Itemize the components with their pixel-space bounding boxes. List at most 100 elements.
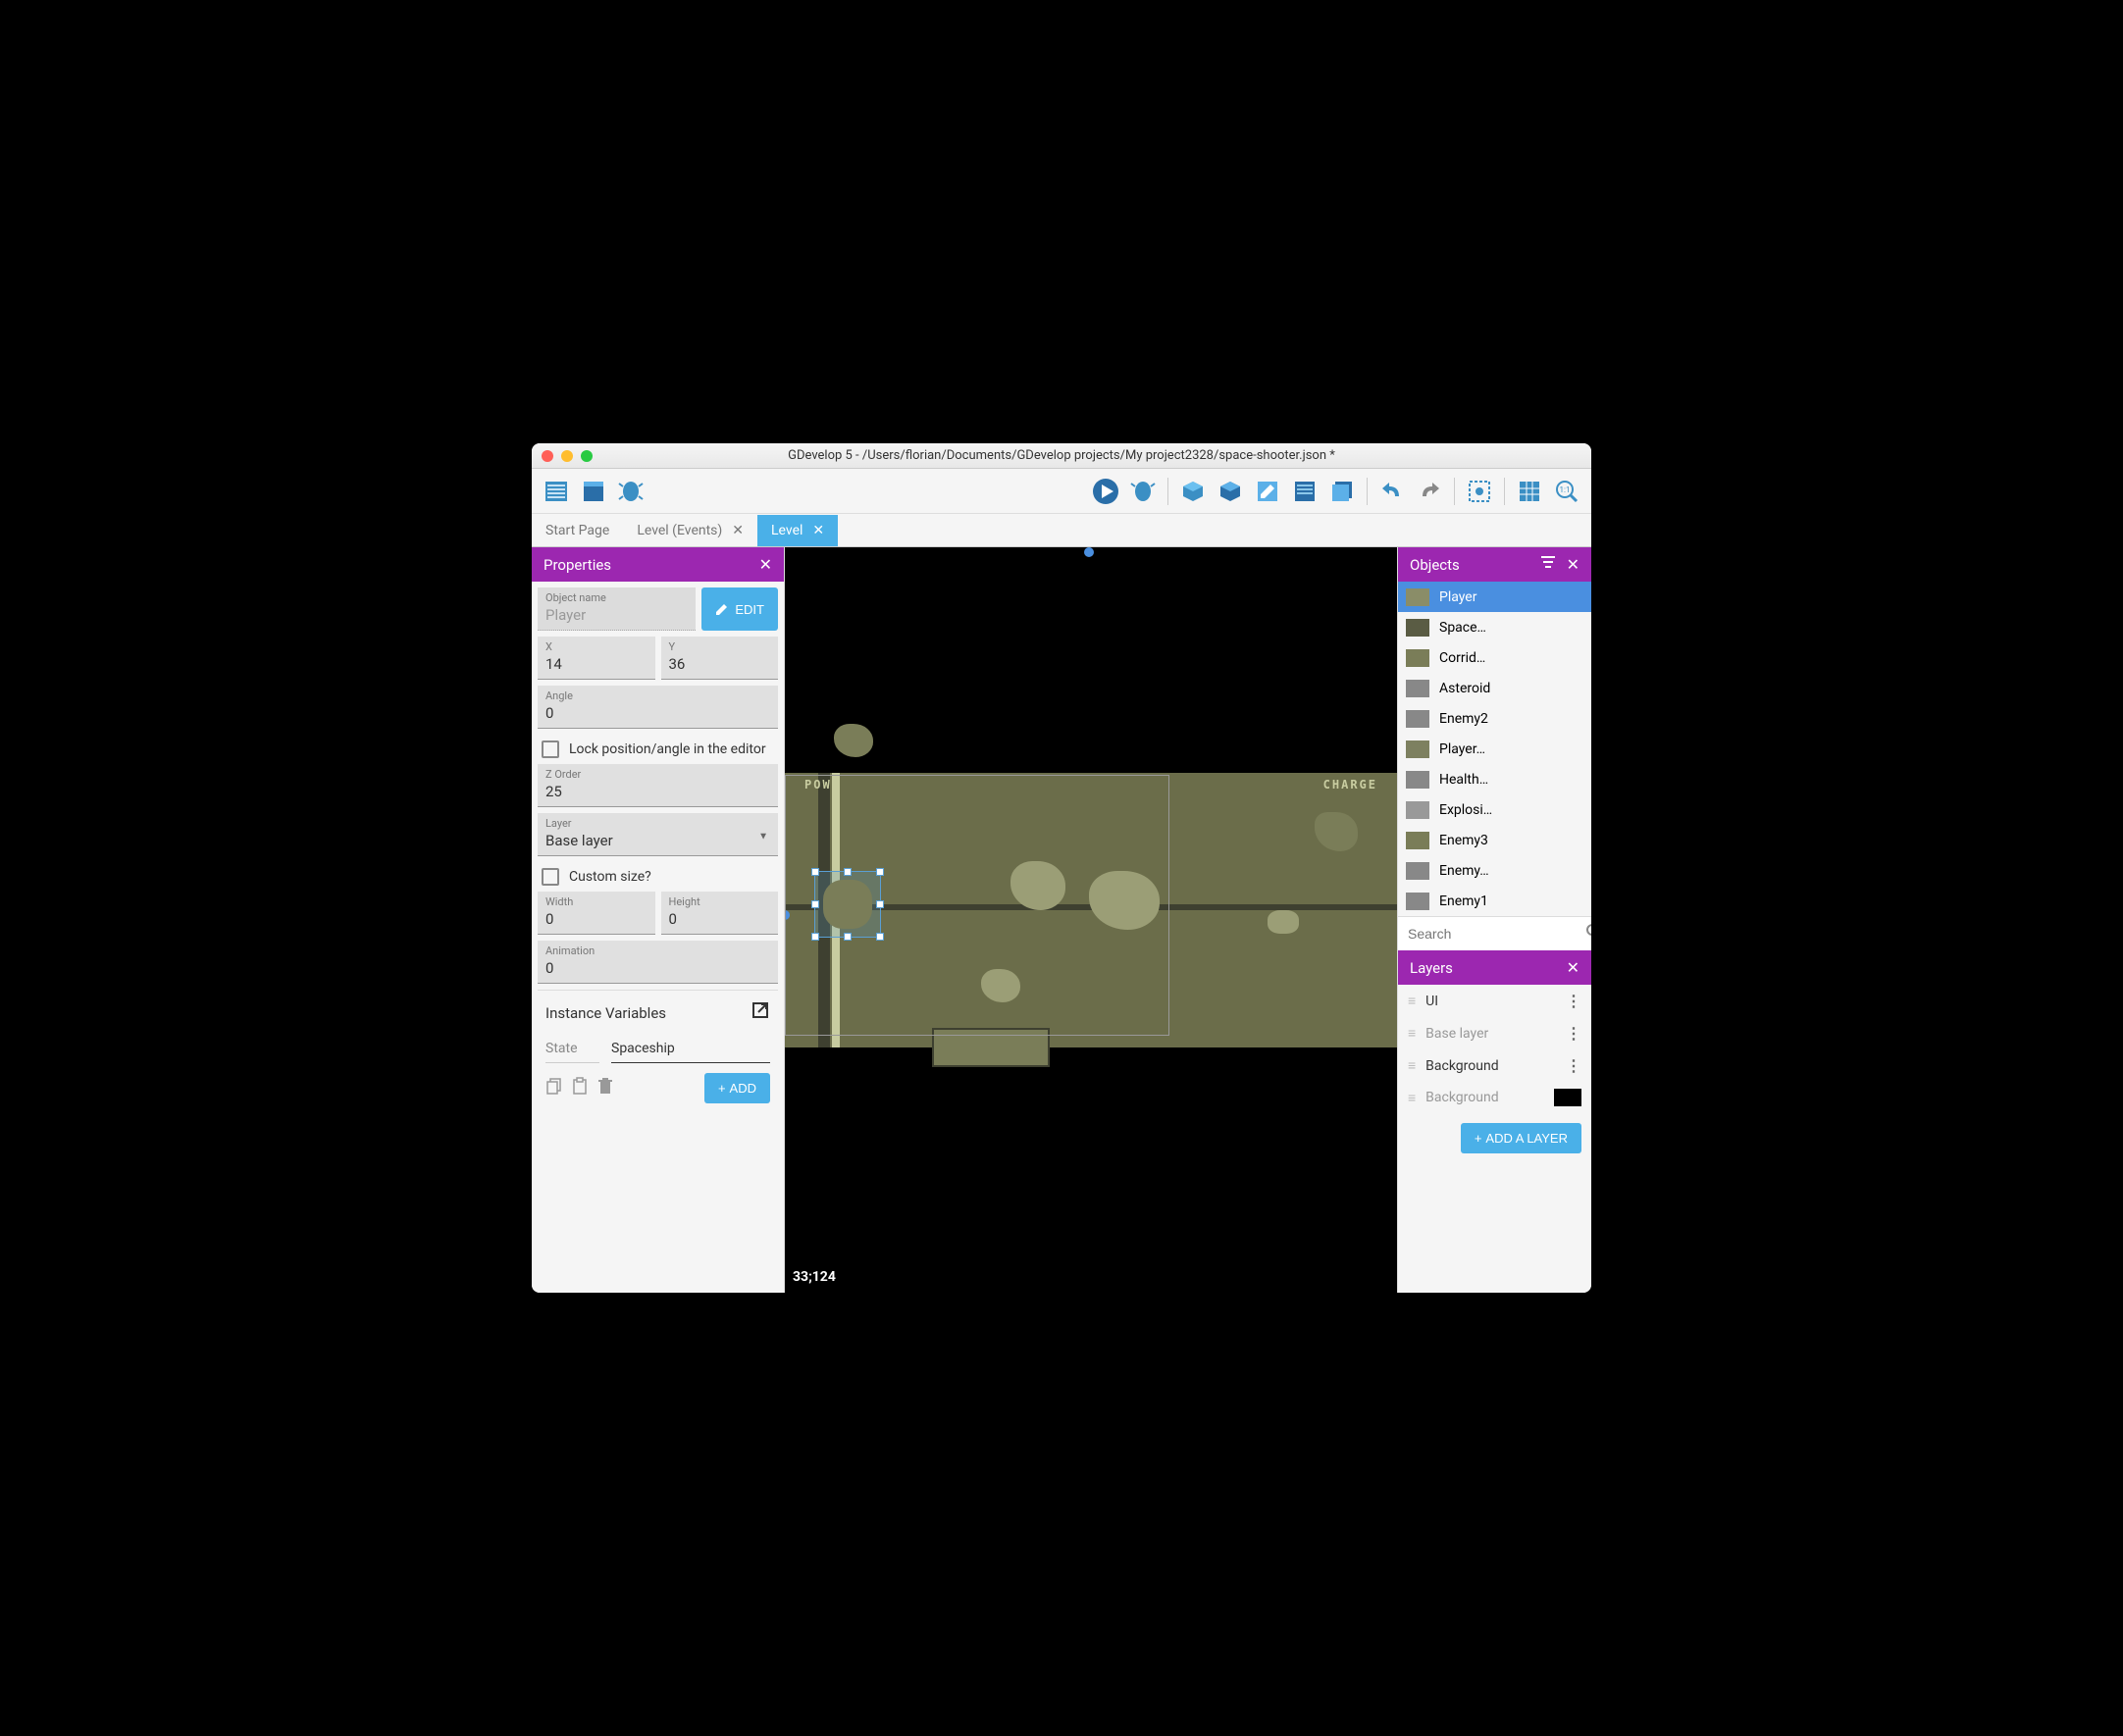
object-thumb — [1406, 771, 1429, 789]
kebab-menu-icon[interactable]: ⋮ — [1589, 740, 1591, 758]
cube-add-button[interactable] — [1176, 475, 1210, 508]
layer-name: Background — [1425, 1058, 1556, 1074]
drag-handle-icon[interactable]: ≡ — [1408, 1057, 1416, 1074]
variable-value-field[interactable]: Spaceship — [611, 1035, 770, 1063]
object-name-field: Object name Player — [538, 587, 696, 631]
export-button[interactable] — [577, 475, 610, 508]
object-thumb — [1406, 832, 1429, 849]
edit-pencil-button[interactable] — [1251, 475, 1284, 508]
undo-button[interactable] — [1375, 475, 1409, 508]
add-variable-button[interactable]: +ADD — [704, 1073, 770, 1103]
object-name: Corrid… — [1439, 650, 1579, 666]
object-item[interactable]: Asteroid⋮ — [1398, 673, 1591, 703]
kebab-menu-icon[interactable]: ⋮ — [1566, 1024, 1581, 1043]
drag-handle-icon[interactable]: ≡ — [1408, 993, 1416, 1009]
debug-button[interactable] — [614, 475, 647, 508]
kebab-menu-icon[interactable]: ⋮ — [1589, 770, 1591, 789]
add-layer-button[interactable]: +ADD A LAYER — [1461, 1123, 1581, 1153]
zorder-field[interactable]: Z Order 25 — [538, 764, 778, 807]
custom-size-checkbox[interactable] — [542, 868, 559, 886]
layer-item[interactable]: ≡UI⋮ — [1398, 985, 1591, 1017]
object-item[interactable]: Enemy…⋮ — [1398, 855, 1591, 886]
object-item[interactable]: Health…⋮ — [1398, 764, 1591, 794]
redo-button[interactable] — [1413, 475, 1446, 508]
delete-icon[interactable] — [596, 1077, 614, 1099]
debug-play-button[interactable] — [1126, 475, 1160, 508]
object-item[interactable]: Corrid… ⋮ — [1398, 642, 1591, 673]
open-external-icon[interactable] — [751, 1000, 770, 1025]
search-icon[interactable] — [1585, 923, 1591, 945]
object-item[interactable]: Explosi… ⋮ — [1398, 794, 1591, 825]
layer-select[interactable]: Layer Base layer ▼ — [538, 813, 778, 856]
selection-box[interactable] — [814, 871, 881, 938]
object-item[interactable]: Enemy2⋮ — [1398, 703, 1591, 734]
zoom-window-button[interactable] — [581, 450, 593, 462]
lock-checkbox[interactable] — [542, 740, 559, 758]
kebab-menu-icon[interactable]: ⋮ — [1589, 618, 1591, 637]
kebab-menu-icon[interactable]: ⋮ — [1589, 679, 1591, 697]
close-icon[interactable]: ✕ — [759, 555, 772, 574]
object-thumb — [1406, 740, 1429, 758]
cube-button[interactable] — [1214, 475, 1247, 508]
kebab-menu-icon[interactable]: ⋮ — [1589, 800, 1591, 819]
drag-handle-icon[interactable]: ≡ — [1408, 1025, 1416, 1042]
close-icon[interactable]: ✕ — [1567, 958, 1579, 977]
copy-icon[interactable] — [545, 1077, 563, 1099]
animation-field[interactable]: Animation 0 — [538, 941, 778, 984]
play-button[interactable] — [1089, 475, 1122, 508]
svg-text:1:1: 1:1 — [1560, 485, 1571, 494]
close-icon[interactable]: ✕ — [732, 523, 744, 538]
object-item[interactable]: Enemy1⋮ — [1398, 886, 1591, 916]
layer-name: Base layer — [1425, 1026, 1556, 1042]
x-field[interactable]: X 14 — [538, 637, 655, 680]
project-manager-button[interactable] — [540, 475, 573, 508]
objects-search-input[interactable] — [1408, 926, 1585, 942]
layer-item[interactable]: ≡ Background ⋮ — [1398, 1049, 1591, 1082]
kebab-menu-icon[interactable]: ⋮ — [1589, 648, 1591, 667]
object-name: Enemy3 — [1439, 833, 1579, 848]
tab-start-page[interactable]: Start Page — [532, 515, 623, 546]
height-field[interactable]: Height 0 — [661, 892, 779, 935]
layer-item[interactable]: ≡Background — [1398, 1082, 1591, 1113]
object-name: Space… — [1439, 620, 1579, 636]
drag-handle-icon[interactable]: ≡ — [1408, 1090, 1416, 1106]
cursor-coords: 33;124 — [793, 1269, 836, 1285]
kebab-menu-icon[interactable]: ⋮ — [1589, 709, 1591, 728]
kebab-menu-icon[interactable]: ⋮ — [1589, 831, 1591, 849]
object-name: Explosi… — [1439, 802, 1579, 818]
object-thumb — [1406, 710, 1429, 728]
filter-icon[interactable] — [1541, 555, 1555, 574]
layer-item[interactable]: ≡ Base layer ⋮ — [1398, 1017, 1591, 1049]
layers-button[interactable] — [1288, 475, 1321, 508]
variable-name-field[interactable]: State — [545, 1035, 599, 1063]
windows-button[interactable] — [1325, 475, 1359, 508]
grid-button[interactable] — [1513, 475, 1546, 508]
scene-canvas[interactable]: POW CHARGE 33;124 — [785, 547, 1397, 1293]
object-item[interactable]: Enemy3 ⋮ — [1398, 825, 1591, 855]
layers-header: Layers ✕ — [1398, 950, 1591, 985]
paste-icon[interactable] — [571, 1077, 589, 1099]
y-field[interactable]: Y 36 — [661, 637, 779, 680]
close-icon[interactable]: ✕ — [1567, 555, 1579, 574]
zoom-actual-button[interactable]: 1:1 — [1550, 475, 1583, 508]
kebab-menu-icon[interactable]: ⋮ — [1566, 992, 1581, 1010]
tab-level-events[interactable]: Level (Events)✕ — [623, 515, 757, 546]
kebab-menu-icon[interactable]: ⋮ — [1589, 587, 1591, 606]
layer-color-swatch[interactable] — [1554, 1089, 1581, 1106]
kebab-menu-icon[interactable]: ⋮ — [1589, 861, 1591, 880]
titlebar: GDevelop 5 - /Users/florian/Documents/GD… — [532, 443, 1591, 469]
kebab-menu-icon[interactable]: ⋮ — [1589, 892, 1591, 910]
object-item[interactable]: Player…⋮ — [1398, 734, 1591, 764]
object-item[interactable]: Space… ⋮ — [1398, 612, 1591, 642]
tabbar: Start Page Level (Events)✕ Level✕ — [532, 514, 1591, 547]
width-field[interactable]: Width 0 — [538, 892, 655, 935]
zoom-fit-button[interactable] — [1463, 475, 1496, 508]
close-window-button[interactable] — [542, 450, 553, 462]
close-icon[interactable]: ✕ — [812, 523, 824, 538]
tab-level[interactable]: Level✕ — [757, 515, 838, 546]
object-item[interactable]: Player⋮ — [1398, 582, 1591, 612]
edit-object-button[interactable]: EDIT — [701, 587, 778, 631]
minimize-window-button[interactable] — [561, 450, 573, 462]
kebab-menu-icon[interactable]: ⋮ — [1566, 1056, 1581, 1075]
angle-field[interactable]: Angle 0 — [538, 686, 778, 729]
